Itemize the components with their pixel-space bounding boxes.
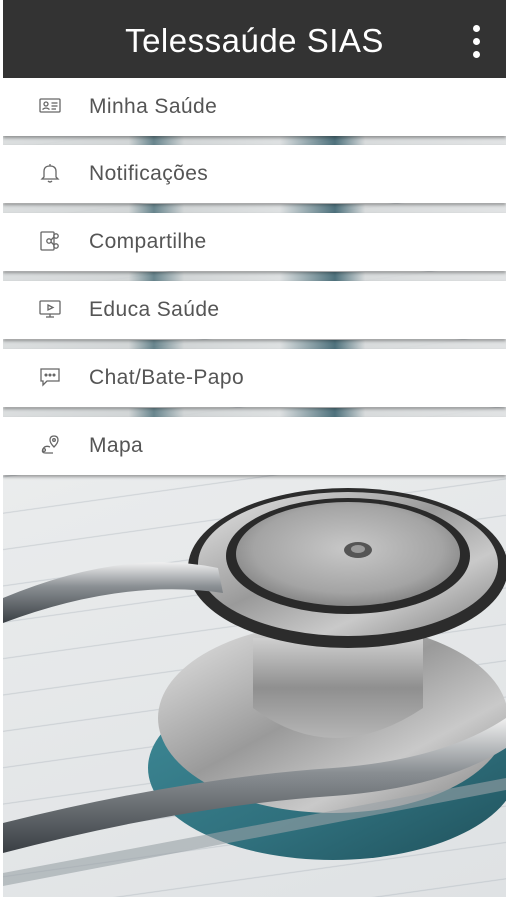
menu-item-minha-saude[interactable]: Minha Saúde bbox=[3, 78, 506, 136]
menu-item-compartilhe[interactable]: Compartilhe bbox=[3, 213, 506, 271]
id-card-icon bbox=[38, 94, 62, 118]
share-icon bbox=[38, 229, 62, 253]
menu-item-label: Mapa bbox=[89, 434, 144, 457]
menu-item-label: Notificações bbox=[89, 162, 209, 185]
card-gap bbox=[3, 340, 506, 349]
menu-item-label: Chat/Bate-Papo bbox=[89, 366, 245, 389]
card-gap bbox=[3, 272, 506, 281]
video-monitor-icon bbox=[38, 297, 62, 321]
app-title: Telessaúde SIAS bbox=[125, 22, 384, 59]
more-vert-icon[interactable] bbox=[462, 20, 492, 62]
map-pin-icon bbox=[38, 433, 62, 457]
chat-bubble-icon bbox=[38, 365, 62, 389]
card-gap bbox=[3, 204, 506, 213]
card-gap bbox=[3, 408, 506, 417]
bell-icon bbox=[38, 161, 62, 185]
menu-item-label: Compartilhe bbox=[89, 230, 207, 253]
menu-item-mapa[interactable]: Mapa bbox=[3, 417, 506, 475]
app-screen: Telessaúde SIAS Minha Saúde Notificações… bbox=[3, 0, 506, 897]
app-bar: Telessaúde SIAS bbox=[3, 0, 506, 78]
menu-item-notificacoes[interactable]: Notificações bbox=[3, 145, 506, 203]
menu-item-label: Educa Saúde bbox=[89, 298, 220, 321]
card-gap bbox=[3, 136, 506, 145]
menu-item-chat-bate-papo[interactable]: Chat/Bate-Papo bbox=[3, 349, 506, 407]
menu-item-label: Minha Saúde bbox=[89, 95, 218, 118]
menu-item-educa-saude[interactable]: Educa Saúde bbox=[3, 281, 506, 339]
